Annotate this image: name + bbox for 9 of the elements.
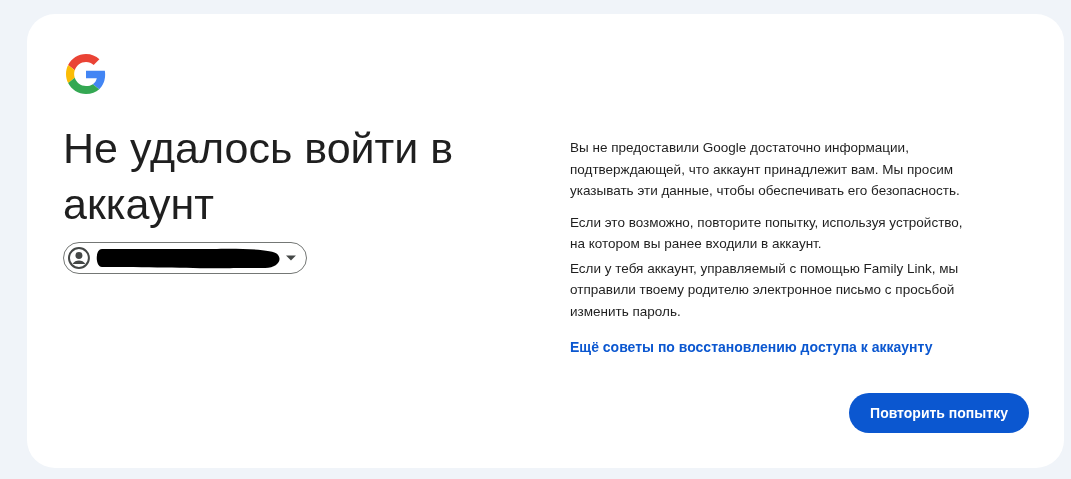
body-paragraph: Если у тебя аккаунт, управляемый с помощью Family Link, мы отправили твоему родителю электронное письмо с просьбой изменить пароль. [570,259,960,321]
account-circle-icon [67,246,91,270]
caret-icon [286,255,296,261]
body-paragraph: Вы не предоставили Google достаточно информации, подтверждающей, что аккаунт принадлежит вам. Мы просим указывать эти данные, чтобы обеспечивать его безопасность. [570,139,961,200]
page-heading: Не удалось войти в аккаунт [63,123,455,230]
retry-button[interactable]: Повторить попытку [849,393,1029,433]
google-logo-icon [66,54,106,94]
body-paragraph: Если это возможно, повторите попытку, используя устройство, на котором вы ранее входили в аккаунт. [570,213,964,253]
recovery-tips-link[interactable]: Ещё советы по восстановлению доступа к аккаунту [570,337,933,357]
